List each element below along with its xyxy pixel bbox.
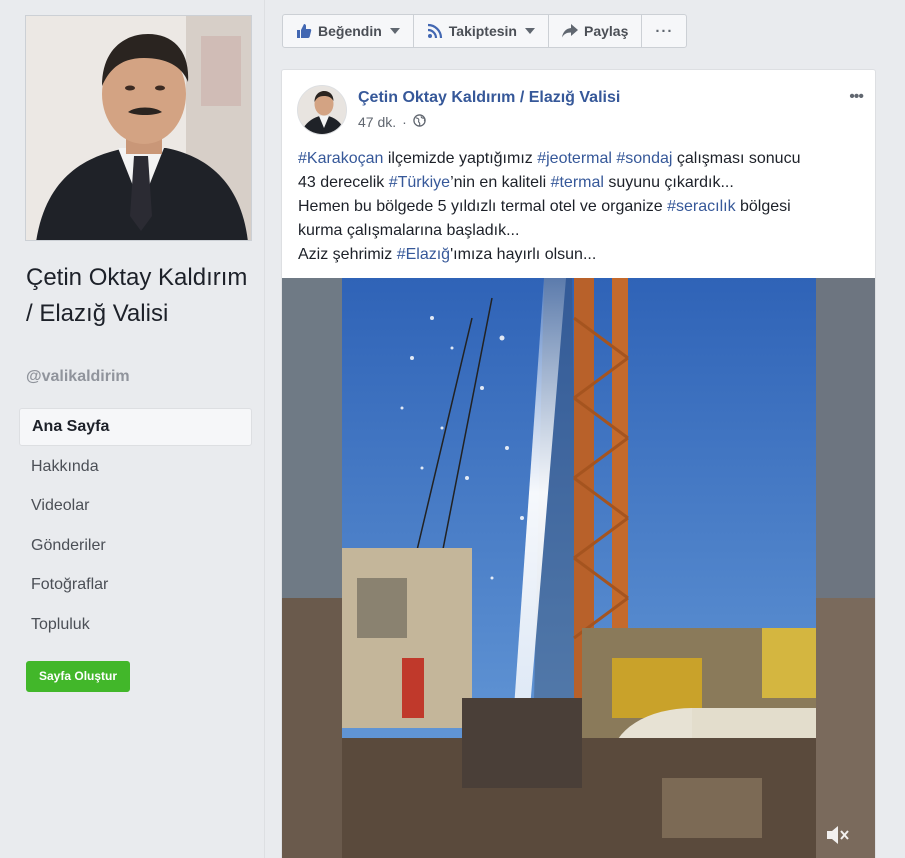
nav-item-community[interactable]: Topluluk <box>19 606 252 644</box>
page-username[interactable]: @valikaldirim <box>26 368 130 386</box>
follow-page-button[interactable]: Takiptesin <box>414 15 549 47</box>
post-text-line: Hemen bu bölgede 5 yıldızlı termal otel … <box>298 195 868 219</box>
page-action-bar: Beğendin Takiptesin Paylaş ··· <box>282 14 688 48</box>
hashtag-link[interactable]: #termal <box>551 174 604 191</box>
chevron-down-icon <box>524 28 535 34</box>
post-card: Çetin Oktay Kaldırım / Elazığ Valisi 47 … <box>281 69 876 858</box>
post-message: #Karakoçan ilçemizde yaptığımız #jeoterm… <box>298 147 868 267</box>
post-text-segment: Aziz şehrimiz <box>298 246 397 263</box>
page-nav: Ana Sayfa Hakkında Videolar Gönderiler F… <box>19 408 252 645</box>
post-text-segment: ilçemizde yaptığımız <box>383 150 538 167</box>
nav-item-posts[interactable]: Gönderiler <box>19 527 252 565</box>
nav-item-photos[interactable]: Fotoğraflar <box>19 566 252 604</box>
profile-portrait-image <box>26 16 251 240</box>
profile-picture[interactable] <box>25 15 252 241</box>
more-options-button[interactable]: ··· <box>642 15 686 47</box>
post-text-segment: bölgesi <box>735 198 791 215</box>
more-dots-icon: ••• <box>849 88 864 105</box>
more-dots-icon: ··· <box>655 22 674 40</box>
post-text-line: 43 derecelik #Türkiye’nin en kaliteli #t… <box>298 171 868 195</box>
hashtag-link[interactable]: #jeotermal <box>537 150 612 167</box>
rss-icon <box>427 23 443 39</box>
nav-item-videos[interactable]: Videolar <box>19 487 252 525</box>
create-page-button[interactable]: Sayfa Oluştur <box>26 661 131 692</box>
like-button-label: Beğendin <box>318 23 382 39</box>
chevron-down-icon <box>389 28 400 34</box>
author-avatar[interactable] <box>297 85 347 135</box>
page-sidebar: Çetin Oktay Kaldırım / Elazığ Valisi @va… <box>0 0 265 858</box>
thumbs-up-icon <box>296 23 312 39</box>
hashtag-link[interactable]: #seracılık <box>667 198 735 215</box>
avatar-portrait-image <box>298 86 346 134</box>
globe-icon[interactable] <box>413 114 426 130</box>
hashtag-link[interactable]: #sondaj <box>616 150 672 167</box>
hashtag-link[interactable]: #Türkiye <box>389 174 450 191</box>
post-timestamp[interactable]: 47 dk. <box>358 114 396 130</box>
page-title[interactable]: Çetin Oktay Kaldırım / Elazığ Valisi <box>26 260 256 332</box>
meta-separator: · <box>402 114 407 130</box>
hashtag-link[interactable]: #Elazığ <box>397 246 450 263</box>
post-text-segment: suyunu çıkardık... <box>603 174 734 191</box>
hashtag-link[interactable]: #Karakoçan <box>298 150 383 167</box>
post-author-link[interactable]: Çetin Oktay Kaldırım / Elazığ Valisi <box>358 89 620 107</box>
share-button-label: Paylaş <box>583 23 629 39</box>
like-page-button[interactable]: Beğendin <box>283 15 414 47</box>
video-frame-image <box>282 278 875 858</box>
nav-item-home[interactable]: Ana Sayfa <box>19 408 252 446</box>
post-text-segment: 'ımıza hayırlı olsun... <box>450 246 597 263</box>
muted-speaker-icon[interactable] <box>825 824 851 851</box>
post-meta: 47 dk. · <box>358 114 426 130</box>
post-text-line: #Karakoçan ilçemizde yaptığımız #jeoterm… <box>298 147 868 171</box>
post-text-segment: 43 derecelik <box>298 174 389 191</box>
share-arrow-icon <box>561 24 578 38</box>
post-options-button[interactable]: ••• <box>849 88 864 106</box>
post-video[interactable] <box>282 278 875 858</box>
follow-button-label: Takiptesin <box>448 23 517 39</box>
post-text-line: Aziz şehrimiz #Elazığ'ımıza hayırlı olsu… <box>298 243 868 267</box>
post-text-segment: ’nin en kaliteli <box>450 174 551 191</box>
post-text-segment: çalışması sonucu <box>672 150 801 167</box>
nav-item-about[interactable]: Hakkında <box>19 448 252 486</box>
share-page-button[interactable]: Paylaş <box>549 15 643 47</box>
post-text-segment: kurma çalışmalarına başladık... <box>298 222 520 239</box>
post-text-segment: Hemen bu bölgede 5 yıldızlı termal otel … <box>298 198 668 215</box>
post-text-line: kurma çalışmalarına başladık... <box>298 219 868 243</box>
